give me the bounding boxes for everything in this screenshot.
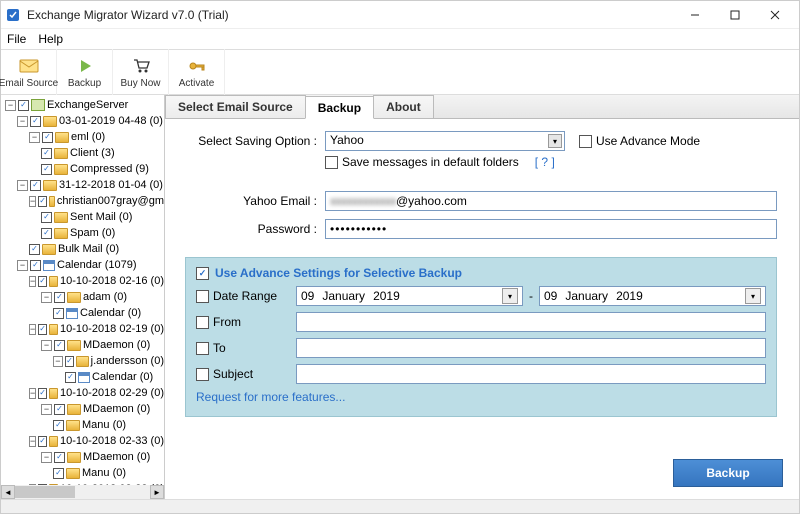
tab-about[interactable]: About xyxy=(373,95,434,118)
advance-settings-title: Use Advance Settings for Selective Backu… xyxy=(215,266,462,280)
advance-settings-checkbox[interactable]: ✓ xyxy=(196,267,209,280)
scroll-left-icon[interactable]: ◄ xyxy=(1,485,15,499)
app-icon xyxy=(5,7,21,23)
from-checkbox[interactable] xyxy=(196,316,209,329)
date-from-picker[interactable]: 09 January 2019 ▾ xyxy=(296,286,523,306)
folder-icon xyxy=(43,116,57,127)
email-masked-part: xxxxxxxxxxxx xyxy=(330,194,396,208)
server-icon xyxy=(31,99,45,111)
tab-backup[interactable]: Backup xyxy=(305,96,374,119)
expand-icon[interactable]: − xyxy=(5,100,16,111)
password-label: Password : xyxy=(185,222,325,236)
to-checkbox[interactable] xyxy=(196,342,209,355)
folder-tree[interactable]: −✓ExchangeServer −✓03-01-2019 04-48 (0) … xyxy=(1,95,165,499)
from-field[interactable] xyxy=(296,312,766,332)
cart-icon xyxy=(131,56,151,76)
help-link[interactable]: [ ? ] xyxy=(535,155,555,169)
toolbar-buy-now[interactable]: Buy Now xyxy=(113,49,169,95)
scroll-right-icon[interactable]: ► xyxy=(150,485,164,499)
toolbar-activate[interactable]: Activate xyxy=(169,49,225,95)
date-to-picker[interactable]: 09 January 2019 ▾ xyxy=(539,286,766,306)
menu-help[interactable]: Help xyxy=(38,32,63,46)
calendar-dropdown-icon[interactable]: ▾ xyxy=(745,288,761,304)
advance-settings-panel: ✓ Use Advance Settings for Selective Bac… xyxy=(185,257,777,417)
close-button[interactable] xyxy=(755,1,795,29)
menu-file[interactable]: File xyxy=(7,32,26,46)
email-label: Yahoo Email : xyxy=(185,194,325,208)
calendar-icon xyxy=(43,260,55,271)
maximize-button[interactable] xyxy=(715,1,755,29)
toolbar-email-source[interactable]: Email Source xyxy=(1,49,57,95)
save-default-checkbox[interactable] xyxy=(325,156,338,169)
date-range-checkbox[interactable] xyxy=(196,290,209,303)
minimize-button[interactable] xyxy=(675,1,715,29)
saving-option-label: Select Saving Option : xyxy=(185,134,325,148)
mail-icon xyxy=(19,56,39,76)
status-bar xyxy=(1,499,799,513)
checkbox-icon[interactable]: ✓ xyxy=(18,100,29,111)
saving-option-select[interactable]: Yahoo ▾ xyxy=(325,131,565,151)
subject-checkbox[interactable] xyxy=(196,368,209,381)
tree-scrollbar[interactable]: ◄ ► xyxy=(1,485,164,499)
advance-mode-label: Use Advance Mode xyxy=(596,134,700,148)
to-field[interactable] xyxy=(296,338,766,358)
backup-button[interactable]: Backup xyxy=(673,459,783,487)
request-features-link[interactable]: Request for more features... xyxy=(196,390,766,404)
password-field[interactable]: ••••••••••• xyxy=(325,219,777,239)
save-default-label: Save messages in default folders xyxy=(342,155,519,169)
key-icon xyxy=(187,56,207,76)
advance-mode-checkbox[interactable] xyxy=(579,135,592,148)
subject-field[interactable] xyxy=(296,364,766,384)
chevron-down-icon[interactable]: ▾ xyxy=(548,134,562,148)
toolbar-backup[interactable]: Backup xyxy=(57,49,113,95)
yahoo-email-field[interactable]: xxxxxxxxxxxx@yahoo.com xyxy=(325,191,777,211)
window-title: Exchange Migrator Wizard v7.0 (Trial) xyxy=(27,8,675,22)
calendar-dropdown-icon[interactable]: ▾ xyxy=(502,288,518,304)
play-icon xyxy=(75,56,95,76)
tab-select-email-source[interactable]: Select Email Source xyxy=(165,95,306,118)
